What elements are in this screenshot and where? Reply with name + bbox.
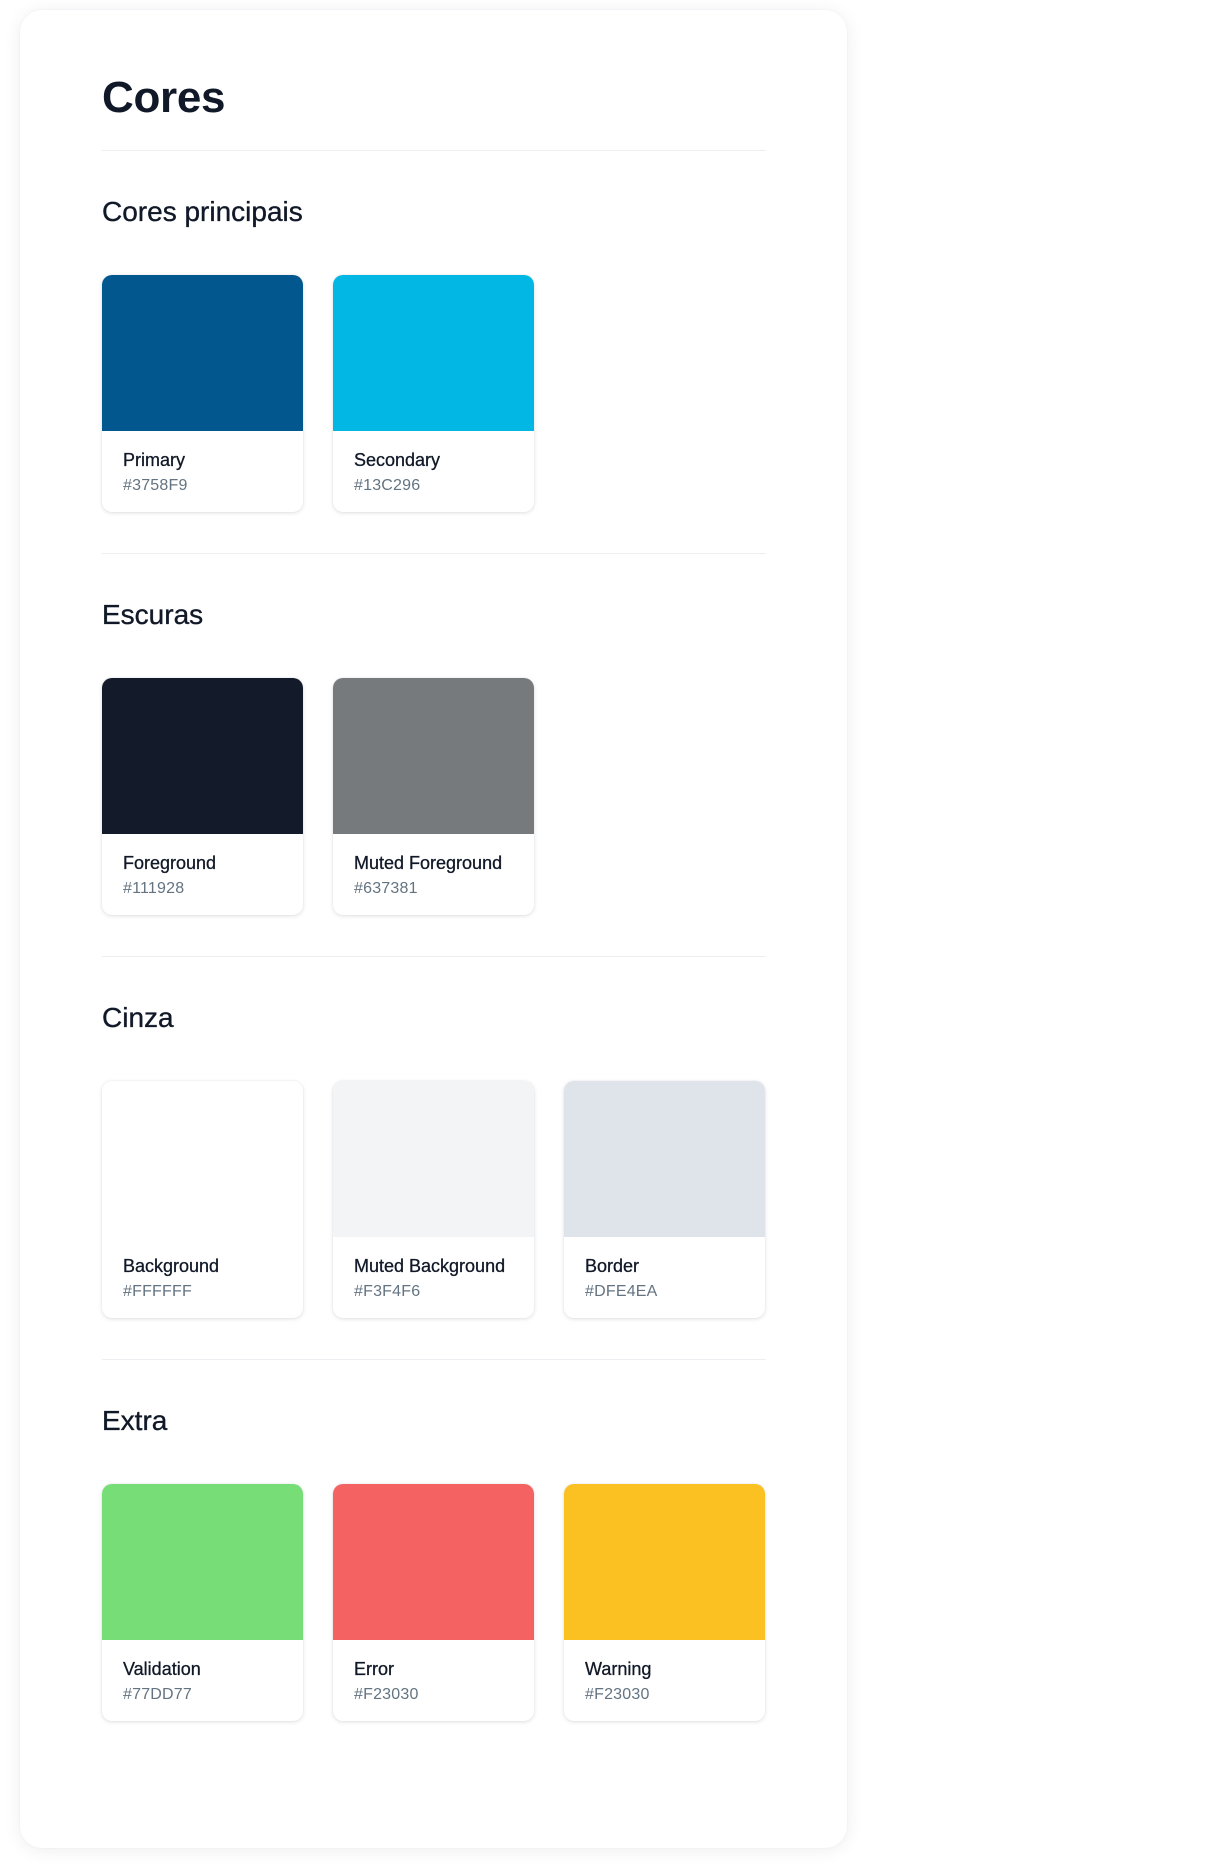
swatch-info: Validation #77DD77 (102, 1640, 303, 1705)
swatch-hex-code: #DFE4EA (585, 1283, 658, 1300)
swatch-name: Foreground (123, 853, 217, 873)
color-swatch-card[interactable]: Border #DFE4EA (564, 1081, 765, 1318)
section-title: Cores principais (102, 196, 303, 227)
swatch-info: Muted Background #F3F4F6 (333, 1237, 534, 1302)
swatch-hex-code: #111928 (123, 880, 185, 897)
swatch-hex-code: #F23030 (585, 1686, 650, 1703)
section-title: Extra (102, 1405, 168, 1436)
section-title: Escuras (102, 599, 204, 630)
section-title: Cinza (102, 1002, 174, 1033)
color-swatch-card[interactable]: Background #FFFFFF (102, 1081, 303, 1318)
color-swatch-card[interactable]: Error #F23030 (333, 1484, 534, 1721)
color-swatch-fill (333, 1484, 534, 1640)
color-section: Extra Validation #77DD77 Error #F23030 Warnin… (102, 1360, 766, 1721)
color-swatch-card[interactable]: Warning #F23030 (564, 1484, 765, 1721)
color-swatch-fill (564, 1081, 765, 1237)
color-section: Cores principais Primary #3758F9 Secondary #… (102, 151, 766, 512)
color-swatch-fill (102, 275, 303, 431)
swatch-row: Background #FFFFFF Muted Background #F3F4F6… (102, 1081, 766, 1318)
color-swatch-fill (102, 1081, 303, 1237)
color-swatch-fill (102, 1484, 303, 1640)
color-section: Cinza Background #FFFFFF Muted Background #F… (102, 957, 766, 1318)
swatch-name: Border (585, 1256, 640, 1276)
swatch-row: Foreground #111928 Muted Foreground #637381 (102, 678, 766, 915)
swatch-name: Secondary (354, 450, 441, 470)
swatch-name: Error (354, 1659, 394, 1679)
swatch-name: Muted Background (354, 1256, 506, 1276)
swatch-hex-code: #13C296 (354, 477, 421, 494)
color-swatch-fill (102, 678, 303, 834)
swatch-hex-code: #77DD77 (123, 1686, 193, 1703)
color-swatch-fill (333, 678, 534, 834)
swatch-info: Secondary #13C296 (333, 431, 534, 496)
color-swatch-fill (333, 1081, 534, 1237)
color-swatch-fill (564, 1484, 765, 1640)
color-swatch-fill (333, 275, 534, 431)
color-section: Escuras Foreground #111928 Muted Foreground… (102, 554, 766, 915)
swatch-info: Muted Foreground #637381 (333, 834, 534, 899)
swatch-info: Border #DFE4EA (564, 1237, 765, 1302)
swatch-name: Warning (585, 1659, 652, 1679)
swatch-info: Foreground #111928 (102, 834, 303, 899)
color-swatch-card[interactable]: Secondary #13C296 (333, 275, 534, 512)
swatch-row: Primary #3758F9 Secondary #13C296 (102, 275, 766, 512)
swatch-name: Muted Foreground (354, 853, 503, 873)
swatch-hex-code: #FFFFFF (123, 1283, 192, 1300)
swatch-hex-code: #3758F9 (123, 477, 188, 494)
swatch-row: Validation #77DD77 Error #F23030 Warning #F23… (102, 1484, 766, 1721)
page-title: Cores (102, 73, 226, 122)
swatch-name: Primary (123, 450, 185, 470)
swatch-hex-code: #637381 (354, 880, 418, 897)
swatch-hex-code: #F23030 (354, 1686, 419, 1703)
color-sections: Cores principais Primary #3758F9 Secondary #… (102, 151, 766, 1721)
color-swatch-card[interactable]: Foreground #111928 (102, 678, 303, 915)
color-swatch-card[interactable]: Validation #77DD77 (102, 1484, 303, 1721)
swatch-info: Primary #3758F9 (102, 431, 303, 496)
colors-panel: Cores Cores principais Primary #3758F9 Seco… (20, 10, 847, 1848)
swatch-info: Error #F23030 (333, 1640, 534, 1705)
color-swatch-card[interactable]: Muted Foreground #637381 (333, 678, 534, 915)
color-swatch-card[interactable]: Muted Background #F3F4F6 (333, 1081, 534, 1318)
swatch-hex-code: #F3F4F6 (354, 1283, 421, 1300)
swatch-name: Background (123, 1256, 220, 1276)
swatch-info: Warning #F23030 (564, 1640, 765, 1705)
swatch-info: Background #FFFFFF (102, 1237, 303, 1302)
swatch-name: Validation (123, 1659, 201, 1679)
color-swatch-card[interactable]: Primary #3758F9 (102, 275, 303, 512)
